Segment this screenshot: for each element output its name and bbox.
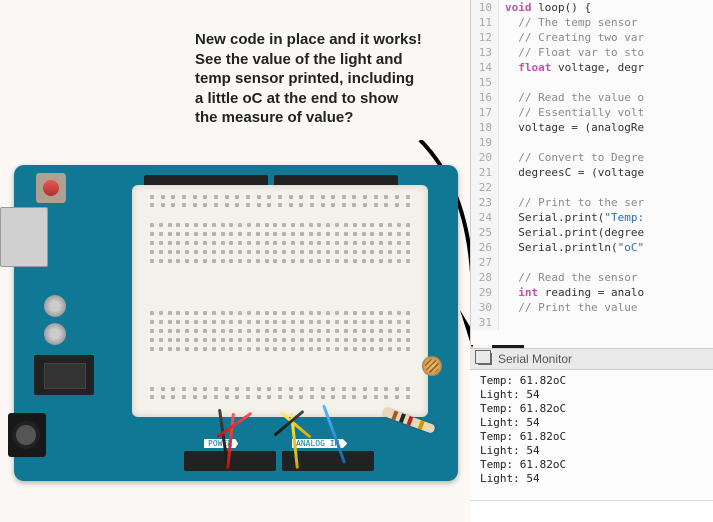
code-line[interactable]: 14 float voltage, degr: [471, 60, 713, 75]
code-line[interactable]: 17 // Essentially volt: [471, 105, 713, 120]
microcontroller-chip: [34, 355, 94, 395]
power-label: POWER: [204, 439, 238, 448]
code-line[interactable]: 22: [471, 180, 713, 195]
capacitor: [44, 323, 66, 345]
serial-monitor-output: Temp: 61.82oC Light: 54 Temp: 61.82oC Li…: [470, 370, 713, 500]
code-line[interactable]: 25 Serial.print(degree: [471, 225, 713, 240]
code-line[interactable]: 11 // The temp sensor: [471, 15, 713, 30]
code-line[interactable]: 16 // Read the value o: [471, 90, 713, 105]
code-line[interactable]: 18 voltage = (analogRe: [471, 120, 713, 135]
capacitor: [44, 295, 66, 317]
user-annotation: New code in place and it works! See the …: [195, 30, 460, 128]
code-line[interactable]: 10void loop() {: [471, 0, 713, 15]
power-jack: [8, 413, 46, 457]
code-line[interactable]: 19: [471, 135, 713, 150]
code-line[interactable]: 15: [471, 75, 713, 90]
serial-monitor-icon: [478, 353, 492, 365]
code-line[interactable]: 12 // Creating two var: [471, 30, 713, 45]
code-line[interactable]: 24 Serial.print("Temp:: [471, 210, 713, 225]
serial-monitor-title: Serial Monitor: [498, 352, 572, 366]
circuit-workspace[interactable]: New code in place and it works! See the …: [0, 0, 470, 522]
code-line[interactable]: 30 // Print the value: [471, 300, 713, 315]
serial-monitor-input[interactable]: [470, 500, 713, 522]
photoresistor-component[interactable]: [422, 356, 442, 376]
code-line[interactable]: 27: [471, 255, 713, 270]
code-line[interactable]: 23 // Print to the ser: [471, 195, 713, 210]
code-editor[interactable]: 10void loop() {11 // The temp sensor 12 …: [470, 0, 713, 345]
code-line[interactable]: 31: [471, 315, 713, 330]
code-line[interactable]: 20 // Convert to Degre: [471, 150, 713, 165]
code-line[interactable]: 13 // Float var to sto: [471, 45, 713, 60]
code-line[interactable]: 29 int reading = analo: [471, 285, 713, 300]
code-line[interactable]: 28 // Read the sensor: [471, 270, 713, 285]
breadboard[interactable]: TMP: [132, 185, 428, 417]
code-line[interactable]: 21 degreesC = (voltage: [471, 165, 713, 180]
usb-port: [0, 207, 48, 267]
serial-monitor-header[interactable]: Serial Monitor: [470, 348, 713, 370]
code-line[interactable]: 26 Serial.println("oC": [471, 240, 713, 255]
reset-button[interactable]: [36, 173, 66, 203]
